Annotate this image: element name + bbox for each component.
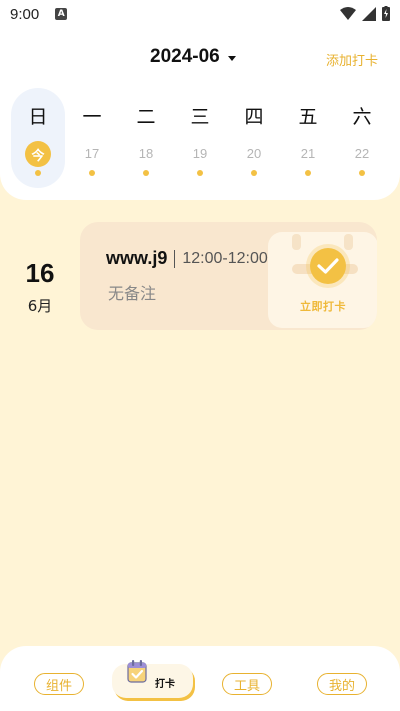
today-badge: 今 bbox=[25, 141, 51, 167]
checkin-now-label: 立即打卡 bbox=[300, 300, 346, 313]
status-bar: 9:00 A bbox=[0, 0, 400, 28]
task-time: 12:00-12:00 bbox=[182, 249, 268, 267]
date-number: 19 bbox=[192, 146, 208, 161]
calendar-check-icon bbox=[127, 660, 147, 683]
event-dot bbox=[251, 170, 257, 176]
month-label: 2024-06 bbox=[150, 46, 220, 67]
signal-icon bbox=[362, 6, 376, 21]
week-row: 日 今 一 17 二 18 三 19 四 20 五 21 六 22 bbox=[11, 88, 389, 188]
day-wednesday[interactable]: 三 19 bbox=[173, 88, 227, 188]
caret-down-icon bbox=[227, 55, 236, 61]
calendar-header-card: 2024-06 添加打卡 日 今 一 17 二 18 三 19 四 20 五 2… bbox=[0, 28, 400, 200]
battery-icon bbox=[382, 6, 390, 21]
date-number: 21 bbox=[300, 146, 316, 161]
date-number: 20 bbox=[246, 146, 262, 161]
task-note: 无备注 bbox=[108, 284, 157, 303]
day-friday[interactable]: 五 21 bbox=[281, 88, 335, 188]
calendar-ring-decoration bbox=[344, 234, 353, 250]
wifi-icon bbox=[340, 6, 356, 20]
add-checkin-button[interactable]: 添加打卡 bbox=[326, 50, 378, 69]
weekday-label: 六 bbox=[352, 106, 372, 128]
divider bbox=[174, 249, 176, 268]
nav-checkin-label: 打卡 bbox=[155, 679, 175, 690]
task-title-row: www.j9 12:00-12:00 bbox=[106, 248, 268, 269]
date-number: 18 bbox=[138, 146, 154, 161]
event-dot bbox=[89, 170, 95, 176]
nav-tools[interactable]: 工具 bbox=[222, 673, 272, 695]
notification-icon: A bbox=[55, 8, 68, 20]
date-number: 17 bbox=[84, 146, 100, 161]
day-saturday[interactable]: 六 22 bbox=[335, 88, 389, 188]
checkin-now-button[interactable]: 立即打卡 bbox=[268, 232, 377, 328]
calendar-ring-decoration bbox=[292, 234, 301, 250]
day-tuesday[interactable]: 二 18 bbox=[119, 88, 173, 188]
nav-checkin[interactable]: 打卡 bbox=[112, 660, 193, 698]
day-sunday[interactable]: 日 今 bbox=[11, 88, 65, 188]
day-thursday[interactable]: 四 20 bbox=[227, 88, 281, 188]
event-dot bbox=[143, 170, 149, 176]
weekday-label: 三 bbox=[190, 106, 210, 128]
status-time: 9:00 bbox=[10, 5, 40, 23]
weekday-label: 四 bbox=[244, 106, 264, 128]
status-icons bbox=[340, 6, 390, 21]
day-monday[interactable]: 一 17 bbox=[65, 88, 119, 188]
weekday-label: 一 bbox=[82, 106, 102, 128]
task-title: www.j9 bbox=[106, 248, 168, 268]
selected-date: 16 6月 bbox=[0, 258, 80, 316]
weekday-label: 日 bbox=[28, 106, 48, 128]
event-dot bbox=[35, 170, 41, 176]
weekday-label: 二 bbox=[136, 106, 156, 128]
task-card[interactable]: www.j9 12:00-12:00 无备注 立即打卡 bbox=[80, 222, 377, 330]
date-number: 22 bbox=[354, 146, 370, 161]
bottom-nav: 组件 打卡 工具 我的 bbox=[0, 646, 400, 711]
nav-components[interactable]: 组件 bbox=[34, 673, 84, 695]
nav-mine[interactable]: 我的 bbox=[317, 673, 367, 695]
weekday-label: 五 bbox=[298, 106, 318, 128]
month-selector[interactable]: 2024-06 bbox=[150, 46, 236, 68]
selected-day: 16 bbox=[25, 258, 55, 288]
event-dot bbox=[305, 170, 311, 176]
event-dot bbox=[359, 170, 365, 176]
event-dot bbox=[197, 170, 203, 176]
checkmark-icon bbox=[310, 248, 346, 284]
selected-month: 6月 bbox=[27, 297, 53, 315]
